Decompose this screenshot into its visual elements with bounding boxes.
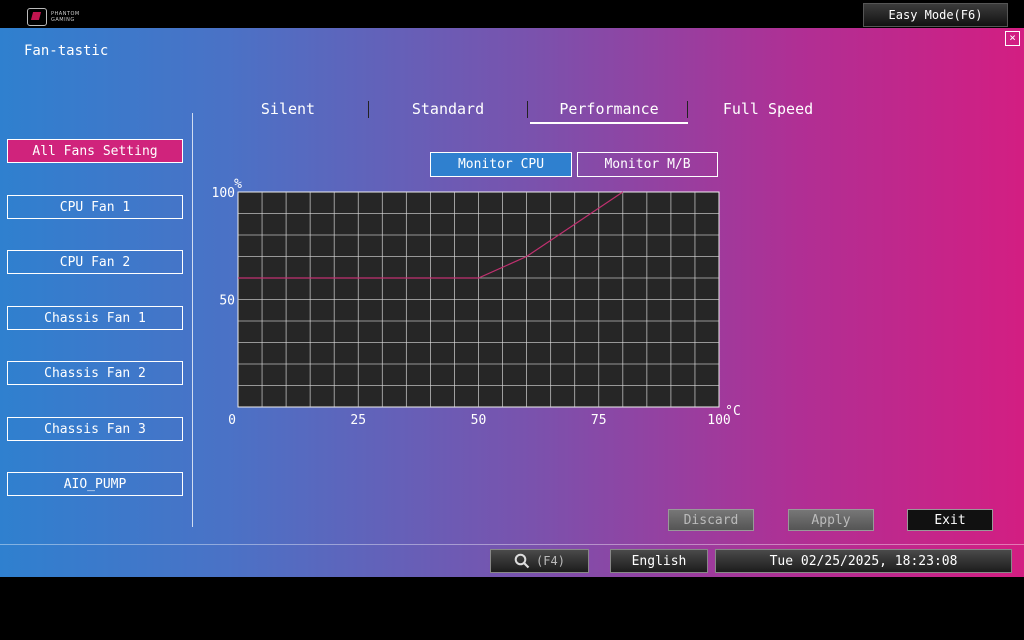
logo-icon xyxy=(27,8,47,26)
origin-label: 0 xyxy=(228,413,236,428)
tab-separator xyxy=(687,101,688,118)
fan-tastic-window: × Fan-tastic All Fans Setting CPU Fan 1 … xyxy=(0,28,1024,556)
discard-button[interactable]: Discard xyxy=(668,509,754,531)
search-button[interactable]: (F4) xyxy=(490,549,589,573)
page-title: Fan-tastic xyxy=(24,43,109,59)
fan-curve-chart[interactable]: 50 100 25 50 75 100 0% °C xyxy=(205,176,745,428)
sidebar-item-cpu-fan-1[interactable]: CPU Fan 1 xyxy=(7,195,183,219)
tab-separator xyxy=(527,101,528,118)
y-axis-unit-label: % xyxy=(234,177,242,192)
top-bar: PHANTOM GAMING Easy Mode(F6) xyxy=(0,0,1024,28)
language-selector[interactable]: English xyxy=(610,549,708,573)
status-bar: (F4) English Tue 02/25/2025, 18:23:08 xyxy=(0,544,1024,577)
apply-button[interactable]: Apply xyxy=(788,509,874,531)
sidebar-item-chassis-fan-2[interactable]: Chassis Fan 2 xyxy=(7,361,183,385)
monitor-cpu-button[interactable]: Monitor CPU xyxy=(430,152,572,177)
easy-mode-button[interactable]: Easy Mode(F6) xyxy=(863,3,1008,27)
tab-full-speed[interactable]: Full Speed xyxy=(689,98,847,124)
sidebar-item-cpu-fan-2[interactable]: CPU Fan 2 xyxy=(7,250,183,274)
sidebar-item-all-fans-setting[interactable]: All Fans Setting xyxy=(7,139,183,163)
sidebar-item-aio-pump[interactable]: AIO_PUMP xyxy=(7,472,183,496)
sidebar-divider xyxy=(192,113,193,527)
y-tick-label: 100 xyxy=(212,186,235,201)
close-icon[interactable]: × xyxy=(1005,31,1020,46)
x-axis-unit-label: °C xyxy=(725,404,741,419)
search-shortcut-label: (F4) xyxy=(536,554,565,568)
tab-standard[interactable]: Standard xyxy=(369,98,527,124)
phantom-gaming-logo: PHANTOM GAMING xyxy=(27,8,80,26)
x-tick-label: 50 xyxy=(471,413,487,428)
fan-curve-svg[interactable]: 5010025 50 75 1000%°C xyxy=(205,176,745,428)
y-tick-label: 50 xyxy=(219,294,235,309)
sidebar-item-chassis-fan-1[interactable]: Chassis Fan 1 xyxy=(7,306,183,330)
search-icon xyxy=(514,553,530,569)
sidebar-item-chassis-fan-3[interactable]: Chassis Fan 3 xyxy=(7,417,183,441)
x-tick-label: 75 xyxy=(591,413,607,428)
brand-line-2: GAMING xyxy=(51,17,75,23)
tab-performance[interactable]: Performance xyxy=(530,98,688,124)
tab-silent[interactable]: Silent xyxy=(209,98,367,124)
monitor-mb-button[interactable]: Monitor M/B xyxy=(577,152,718,177)
x-tick-label: 25 xyxy=(350,413,366,428)
exit-button[interactable]: Exit xyxy=(907,509,993,531)
datetime-display[interactable]: Tue 02/25/2025, 18:23:08 xyxy=(715,549,1012,573)
